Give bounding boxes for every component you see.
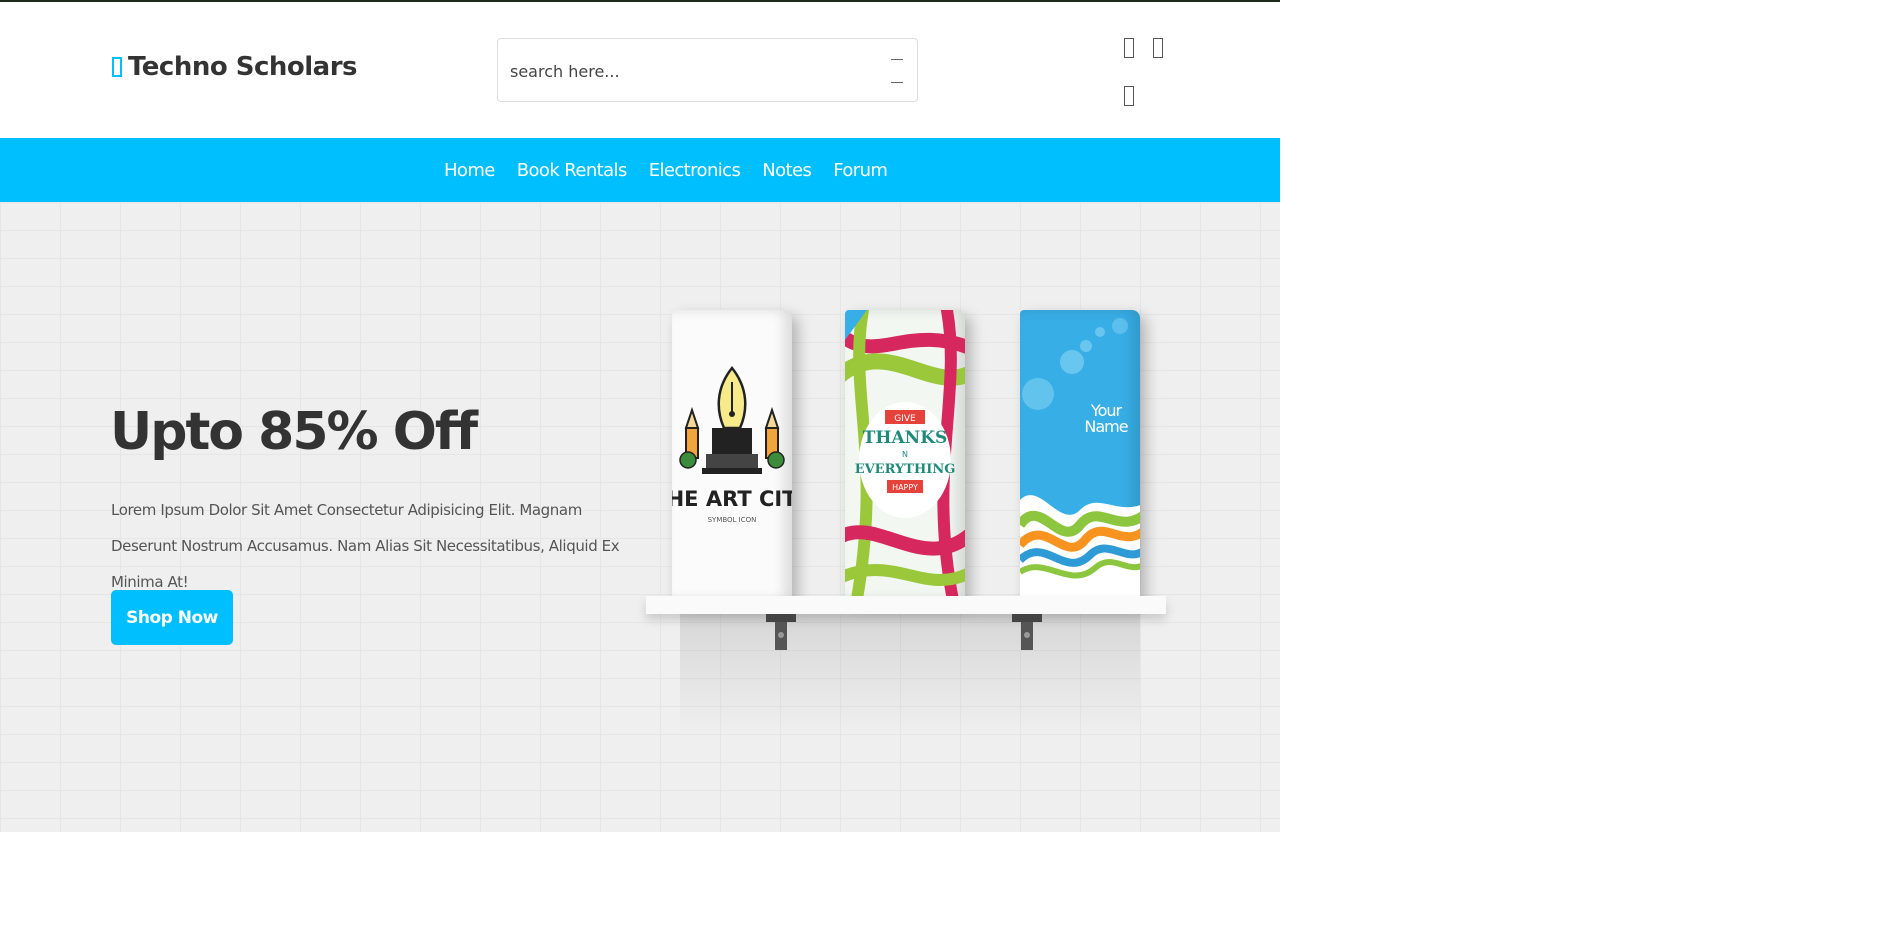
page: Techno Scholars Home Book Rentals Electr… [0,0,1280,932]
shelf-shadow [680,614,1140,734]
hero-banner: Upto 85% Off Lorem Ipsum Dolor Sit Amet … [0,202,1280,832]
site-header: Techno Scholars [0,2,1280,138]
book-cover-your-name: Your Name [1020,310,1140,600]
book2-line3: N [902,450,908,459]
brand-logo[interactable]: Techno Scholars [112,52,358,82]
cart-icon[interactable] [1153,38,1163,58]
nav-item-forum[interactable]: Forum [833,160,888,181]
book2-line1: GIVE [894,414,916,424]
hero-description: Lorem Ipsum Dolor Sit Amet Consectetur A… [111,501,620,591]
wall-shelf [646,596,1166,614]
hero-title: Upto 85% Off [110,402,478,462]
book2-line5: HAPPY [892,483,918,492]
search-icon[interactable] [891,59,903,83]
book3-line2: Name [1084,417,1127,436]
book-cover-art-city: THE ART CITY SYMBOL ICON [672,310,792,600]
book-cover-give-thanks: GIVE THANKS N EVERYTHING HAPPY [845,310,965,600]
nav-item-book-rentals[interactable]: Book Rentals [517,160,628,181]
nav-item-notes[interactable]: Notes [762,160,812,181]
book1-title: THE ART CITY [672,487,792,511]
book1-subtitle: SYMBOL ICON [708,516,757,524]
brand-name: Techno Scholars [128,52,358,82]
book2-line4: EVERYTHING [855,462,956,477]
shop-now-button[interactable]: Shop Now [111,590,233,645]
bookshelf-illustration: THE ART CITY SYMBOL ICON GIVE T [640,302,1180,734]
book-icon [112,57,122,77]
user-icon[interactable] [1124,86,1134,106]
book2-line2: THANKS [863,428,948,448]
nav-item-home[interactable]: Home [444,160,495,181]
main-nav: Home Book Rentals Electronics Notes Foru… [0,138,1280,202]
nav-item-electronics[interactable]: Electronics [649,160,741,181]
heart-icon[interactable] [1124,38,1134,58]
search-input[interactable] [508,53,872,89]
shelf-bracket-right [1012,614,1042,650]
search-box [497,38,918,102]
shelf-bracket-left [766,614,796,650]
